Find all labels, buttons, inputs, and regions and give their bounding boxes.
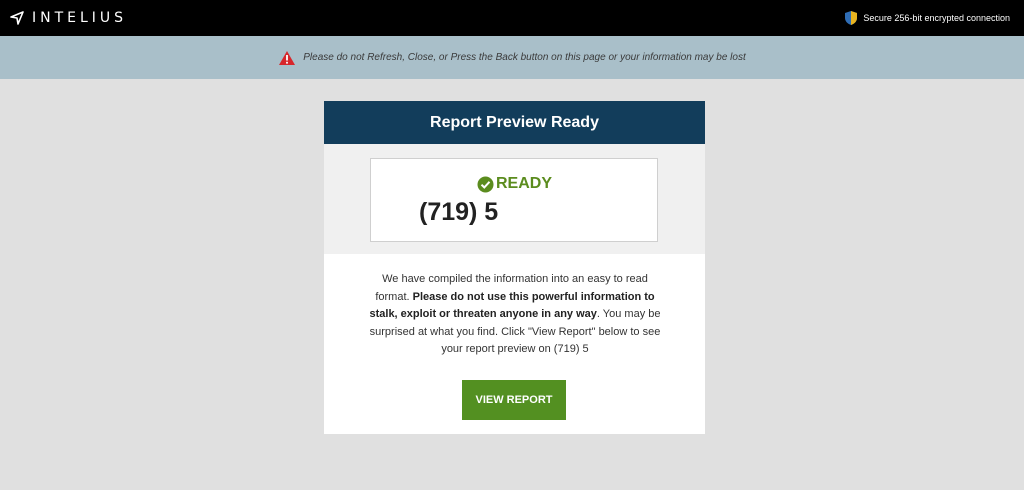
intelius-logo[interactable]: INTELIUS bbox=[10, 9, 127, 27]
check-circle-icon bbox=[477, 176, 494, 193]
shield-icon bbox=[843, 10, 859, 26]
report-preview-card: Report Preview Ready READY (719) 5 We ha… bbox=[324, 101, 705, 434]
secure-connection-text: Secure 256-bit encrypted connection bbox=[863, 13, 1010, 23]
top-bar: INTELIUS Secure 256-bit encrypted connec… bbox=[0, 0, 1024, 36]
phone-number: (719) 5 bbox=[419, 198, 499, 226]
ready-status: READY bbox=[477, 175, 552, 193]
preview-band: READY (719) 5 bbox=[324, 144, 705, 254]
view-report-button[interactable]: VIEW REPORT bbox=[462, 380, 566, 420]
intelius-arrow-icon bbox=[10, 11, 24, 25]
preview-box: READY (719) 5 bbox=[370, 158, 658, 242]
info-message: We have compiled the information into an… bbox=[364, 271, 666, 359]
warning-triangle-icon bbox=[278, 50, 296, 66]
warning-text: Please do not Refresh, Close, or Press t… bbox=[303, 52, 746, 63]
ready-label: READY bbox=[496, 175, 553, 192]
warning-banner: Please do not Refresh, Close, or Press t… bbox=[0, 36, 1024, 79]
logo-text: INTELIUS bbox=[32, 10, 128, 26]
card-title: Report Preview Ready bbox=[324, 101, 705, 144]
secure-connection-badge: Secure 256-bit encrypted connection bbox=[843, 9, 1010, 27]
